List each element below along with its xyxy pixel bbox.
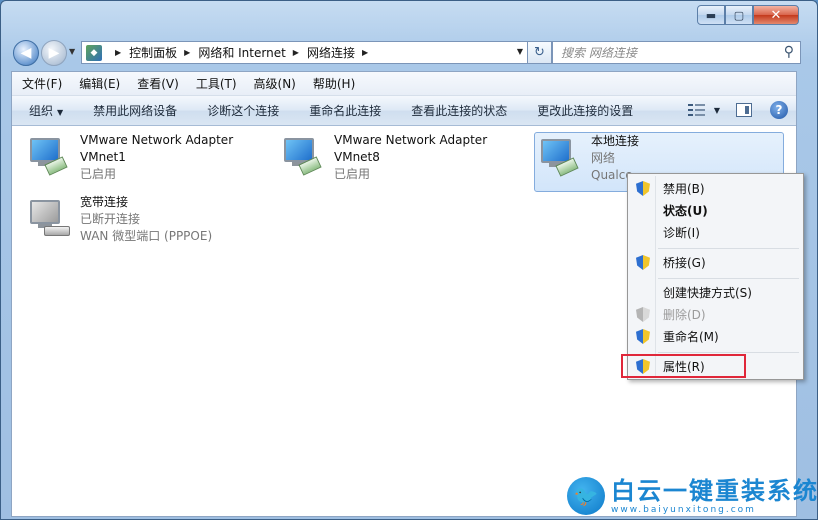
breadcrumb-network-connections[interactable]: 网络连接 (307, 44, 355, 61)
menu-separator (658, 248, 799, 249)
menu-item-label: 状态(U) (663, 203, 708, 218)
breadcrumb-chevron-icon[interactable]: ▶ (362, 48, 368, 57)
connection-status: 已启用 (80, 167, 117, 181)
uac-shield-icon (636, 181, 650, 196)
connection-name: VMware Network Adapter (334, 133, 488, 147)
close-button[interactable]: ✕ (753, 5, 799, 25)
properties-highlight-annotation (621, 354, 746, 378)
menu-item-label: 创建快捷方式(S) (663, 285, 752, 300)
context-menu: 禁用(B) 状态(U) 诊断(I) 桥接(G) 创建快捷方式(S) 删除(D) … (627, 173, 804, 380)
menu-item-create-shortcut[interactable]: 创建快捷方式(S) (630, 281, 801, 303)
breadcrumb-root-chevron-icon[interactable]: ▶ (115, 48, 121, 57)
navigation-bar: ◀ ▶ ▼ ◆ ▶ 控制面板 ▶ 网络和 Internet ▶ 网络连接 ▶ ▼… (11, 39, 801, 66)
breadcrumb-control-panel[interactable]: 控制面板 (129, 44, 177, 61)
network-adapter-icon (26, 132, 72, 180)
bird-logo-icon: 🐦 (567, 477, 605, 515)
address-history-chevron-down-icon[interactable]: ▼ (517, 47, 523, 56)
menu-file[interactable]: 文件(F) (22, 75, 62, 92)
menu-help[interactable]: 帮助(H) (313, 75, 355, 92)
forward-button[interactable]: ▶ (41, 40, 67, 66)
connection-item-broadband[interactable]: 宽带连接 已断开连接 WAN 微型端口 (PPPOE) (26, 194, 286, 254)
caption-buttons: ▬ ▢ ✕ (697, 5, 799, 25)
menu-item-disable[interactable]: 禁用(B) (630, 177, 801, 199)
network-adapter-icon (280, 132, 326, 180)
organize-label: 组织 (29, 104, 54, 118)
connection-name: 本地连接 (591, 134, 640, 148)
back-button[interactable]: ◀ (13, 40, 39, 66)
view-status-button[interactable]: 查看此连接的状态 (411, 102, 507, 119)
menu-edit[interactable]: 编辑(E) (79, 75, 120, 92)
command-bar: 组织 ▼ 禁用此网络设备 诊断这个连接 重命名此连接 查看此连接的状态 更改此连接… (12, 96, 796, 126)
connection-device: WAN 微型端口 (PPPOE) (80, 229, 213, 243)
breadcrumb-chevron-icon[interactable]: ▶ (293, 48, 299, 57)
search-input[interactable] (561, 45, 771, 60)
connection-status: 已断开连接 (80, 212, 141, 226)
connection-name: 宽带连接 (80, 195, 129, 209)
watermark-url: www.baiyunxitong.com (611, 505, 756, 515)
recent-pages-chevron-down-icon[interactable]: ▼ (69, 47, 75, 56)
breadcrumb-network-internet[interactable]: 网络和 Internet (198, 44, 285, 61)
menu-item-label: 重命名(M) (663, 329, 719, 344)
menu-item-label: 诊断(I) (663, 225, 700, 240)
uac-shield-icon (636, 255, 650, 270)
connection-status: 已启用 (334, 167, 371, 181)
minimize-button[interactable]: ▬ (697, 5, 725, 25)
disable-device-button[interactable]: 禁用此网络设备 (93, 102, 177, 119)
menu-separator (658, 278, 799, 279)
broadband-icon (26, 194, 72, 242)
menu-item-bridge[interactable]: 桥接(G) (630, 251, 801, 273)
uac-shield-icon (636, 329, 650, 344)
command-bar-right: ▼ ? (687, 101, 788, 119)
maximize-button[interactable]: ▢ (725, 5, 753, 25)
breadcrumb-chevron-icon[interactable]: ▶ (184, 48, 190, 57)
change-settings-button[interactable]: 更改此连接的设置 (537, 102, 633, 119)
search-icon[interactable]: ⚲ (784, 44, 794, 60)
connection-network: 网络 (591, 151, 616, 165)
menu-separator (658, 352, 799, 353)
menu-tools[interactable]: 工具(T) (196, 75, 237, 92)
control-panel-icon: ◆ (86, 44, 102, 61)
connection-device: VMnet8 (334, 150, 380, 164)
preview-pane-icon[interactable] (736, 103, 752, 117)
connection-item-vmnet8[interactable]: VMware Network Adapter VMnet8 已启用 (280, 132, 520, 192)
menu-bar: 文件(F) 编辑(E) 查看(V) 工具(T) 高级(N) 帮助(H) (12, 72, 796, 96)
watermark: 🐦 白云一键重装系统 www.baiyunxitong.com (567, 477, 818, 515)
menu-advanced[interactable]: 高级(N) (254, 75, 296, 92)
organize-button[interactable]: 组织 ▼ (29, 102, 63, 119)
connection-device: VMnet1 (80, 150, 126, 164)
rename-connection-button[interactable]: 重命名此连接 (309, 102, 381, 119)
search-box[interactable]: ⚲ (552, 41, 801, 64)
menu-item-label: 删除(D) (663, 307, 706, 322)
change-view-icon[interactable] (687, 103, 706, 117)
help-icon[interactable]: ? (770, 101, 788, 119)
menu-item-diagnose[interactable]: 诊断(I) (630, 221, 801, 243)
chevron-down-icon: ▼ (57, 108, 64, 117)
view-options-chevron-down-icon[interactable]: ▼ (714, 106, 720, 115)
watermark-brand: 白云一键重装系统 (611, 477, 818, 505)
menu-item-rename[interactable]: 重命名(M) (630, 325, 801, 347)
connection-item-vmnet1[interactable]: VMware Network Adapter VMnet1 已启用 (26, 132, 266, 192)
diagnose-connection-button[interactable]: 诊断这个连接 (207, 102, 279, 119)
menu-item-label: 桥接(G) (663, 255, 706, 270)
menu-item-label: 禁用(B) (663, 181, 705, 196)
address-bar[interactable]: ◆ ▶ 控制面板 ▶ 网络和 Internet ▶ 网络连接 ▶ ▼ (81, 41, 528, 64)
network-adapter-icon (537, 133, 583, 181)
explorer-window: ▬ ▢ ✕ ◀ ▶ ▼ ◆ ▶ 控制面板 ▶ 网络和 Internet ▶ 网络… (0, 0, 818, 520)
menu-item-status[interactable]: 状态(U) (630, 199, 801, 221)
uac-shield-icon (636, 307, 650, 322)
refresh-button[interactable]: ↻ (528, 41, 552, 64)
connection-name: VMware Network Adapter (80, 133, 234, 147)
menu-item-delete: 删除(D) (630, 303, 801, 325)
menu-view[interactable]: 查看(V) (137, 75, 179, 92)
